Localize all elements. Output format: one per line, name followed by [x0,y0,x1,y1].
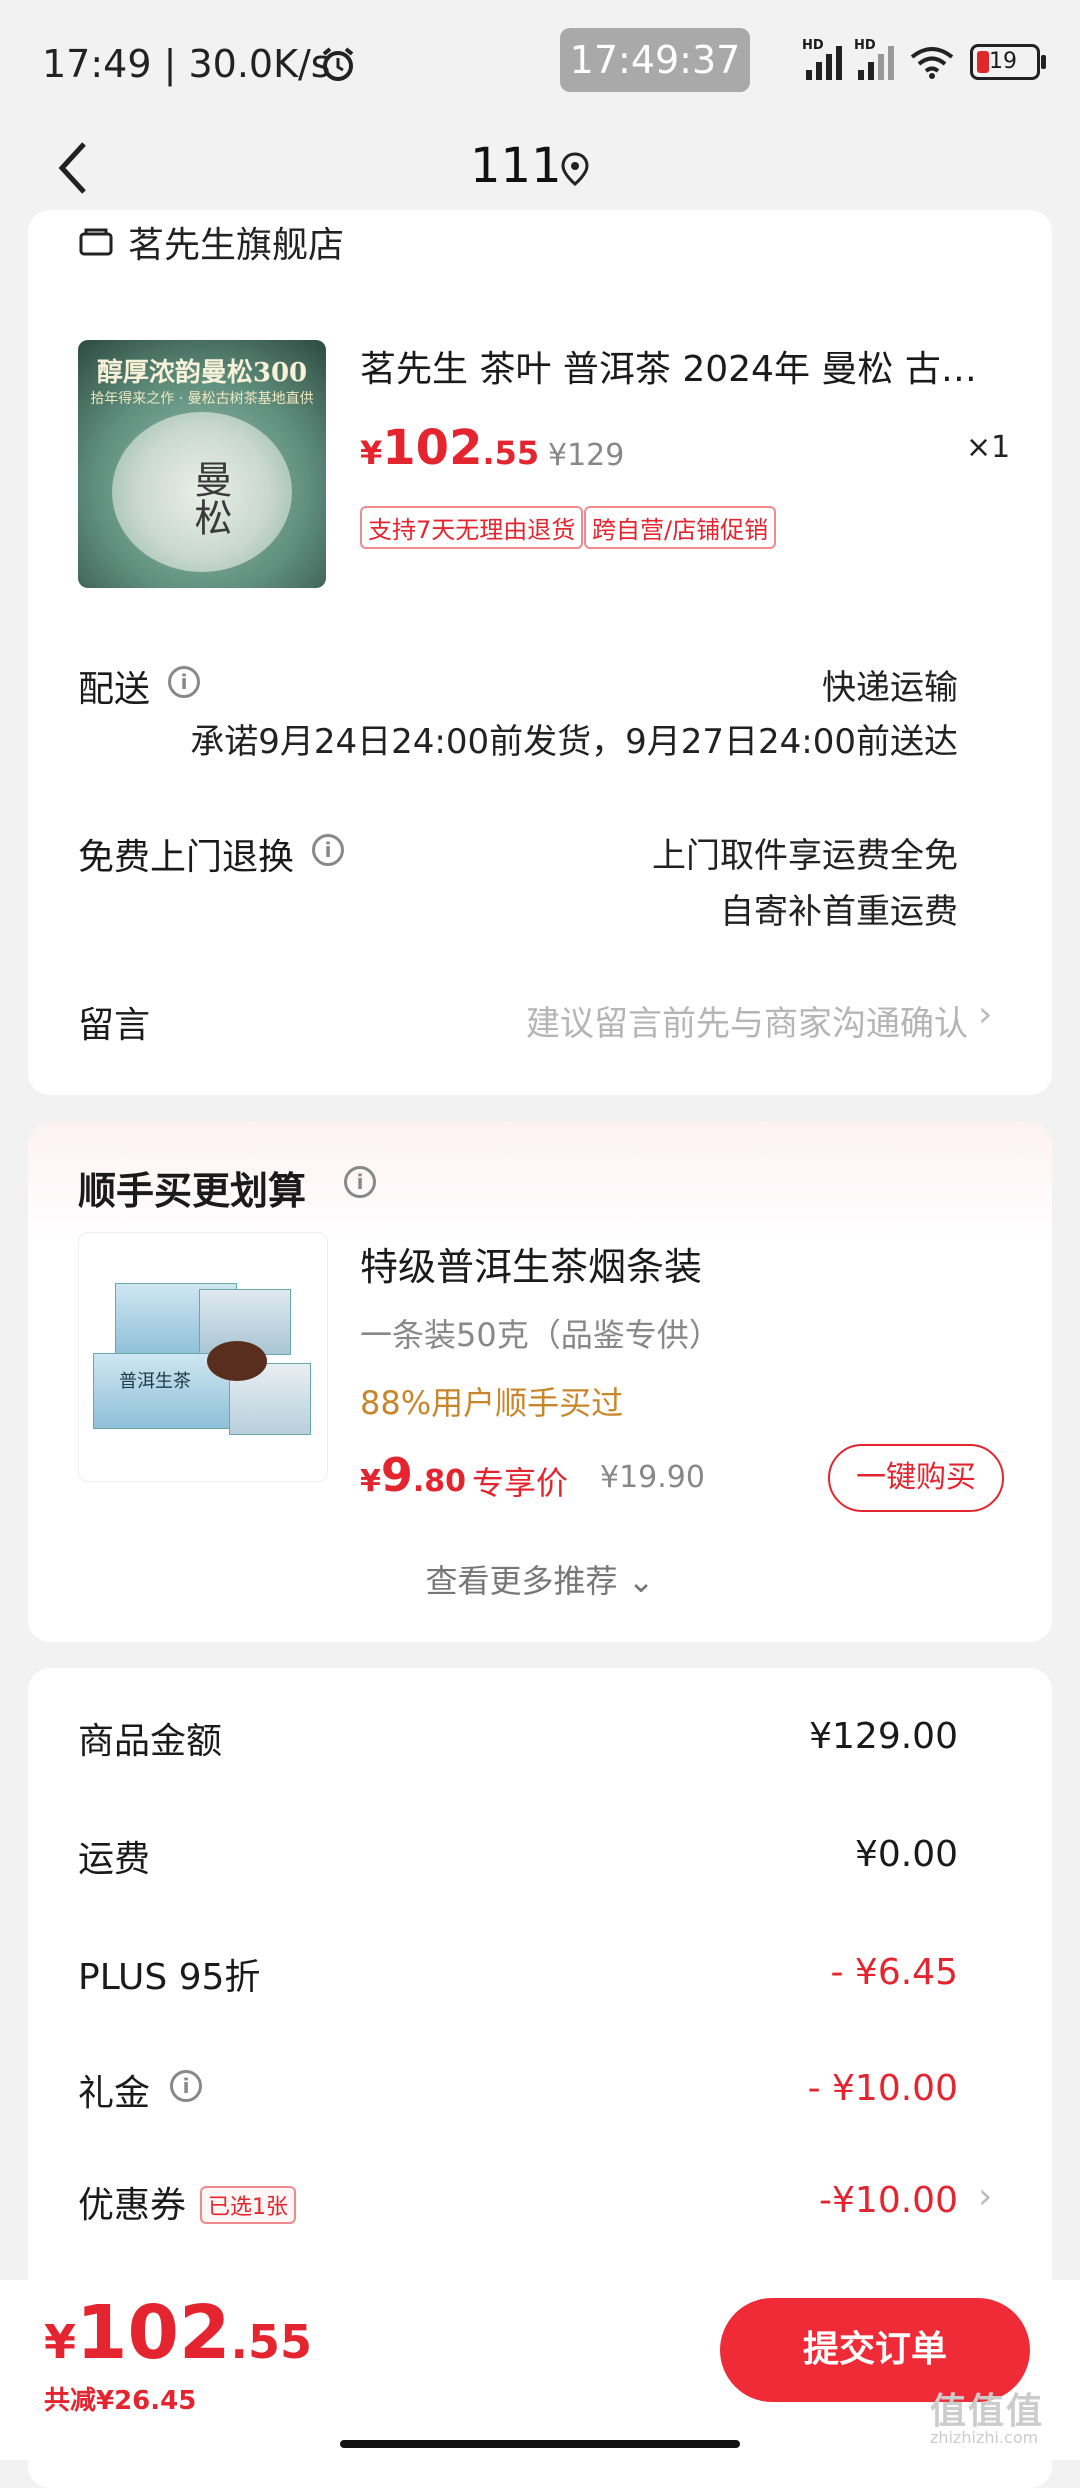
product-original-price: ¥129 [548,438,625,473]
signal-icon: HD [802,38,842,80]
product-title[interactable]: 茗先生 茶叶 普洱茶 2024年 曼松 古树… [360,340,1010,392]
plus-discount-label: PLUS 95折 [78,1957,261,1998]
alarm-icon [318,44,358,88]
delivery-promise: 承诺9月24日24:00前发货，9月27日24:00前送达 [190,722,958,762]
coupon-selected-badge: 已选1张 [200,2186,296,2224]
chevron-right-icon[interactable]: › [978,2176,992,2217]
recommend-item-price: ¥9.80 [360,1448,467,1502]
coupon-label: 优惠券 [78,2185,187,2226]
delivery-label: 配送 [78,669,151,710]
product-image[interactable]: 醇厚浓韵曼松300 拾年得来之作 · 曼松古树茶基地直供 曼松 [78,340,326,588]
home-indicator[interactable] [340,2440,740,2448]
return-line2: 自寄补首重运费 [720,892,958,932]
wifi-icon [910,47,954,79]
one-click-buy-button[interactable]: 一键购买 [828,1444,1004,1512]
chevron-right-icon[interactable]: › [978,994,992,1035]
page-title: 111 [470,138,562,194]
image-caption: 醇厚浓韵曼松300 [96,358,308,388]
more-recommendations-link[interactable]: 查看更多推荐 ⌄ [0,1556,1080,1602]
location-icon[interactable] [560,152,596,188]
back-icon[interactable] [52,138,102,198]
goods-amount-label: 商品金额 [78,1721,223,1762]
shop-icon [78,226,114,260]
recommend-item-name[interactable]: 特级普洱生茶烟条装 [360,1236,702,1291]
exclusive-price-label: 专享价 [472,1464,569,1502]
return-line1: 上门取件享运费全免 [652,836,958,876]
gift-cash-value: - ¥10.00 [807,2068,958,2109]
plus-discount-value: - ¥6.45 [830,1952,959,1993]
status-icons: HD HD 19 [802,38,1046,80]
total-price: ¥102.55 [44,2290,312,2376]
watermark-url: zhizhizhi.com [930,2428,1039,2447]
recommend-product-image[interactable]: 普洱生茶 [78,1232,328,1482]
message-label: 留言 [78,1005,151,1046]
recommend-original-price: ¥19.90 [600,1460,705,1495]
signal-icon: HD [854,38,894,80]
product-quantity: ×1 [966,430,1011,465]
clock-overlay: 17:49:37 [560,28,750,92]
info-icon[interactable]: i [344,1166,376,1198]
image-mark: 曼松 [188,460,232,536]
message-input[interactable]: 建议留言前先与商家沟通确认 [526,996,968,1045]
free-return-label: 免费上门退换 [78,837,295,878]
info-icon[interactable]: i [168,666,200,698]
status-time-speed: 17:49 | 30.0K/s [42,42,331,86]
info-icon[interactable]: i [312,834,344,866]
goods-amount-value: ¥129.00 [809,1716,958,1757]
promotion-tag: 跨自营/店铺促销 [584,506,777,549]
return-policy-tag: 支持7天无理由退货 [360,506,584,549]
watermark: 值值值 [930,2391,1045,2432]
recommend-item-hint: 88%用户顺手买过 [360,1384,624,1422]
image-subcaption: 拾年得来之作 · 曼松古树茶基地直供 [90,391,314,407]
image-box-text: 普洱生茶 [119,1371,191,1392]
shipping-value: ¥0.00 [854,1834,958,1875]
product-price: ¥102.55 [360,420,540,476]
battery-icon: 19 [970,44,1046,80]
total-saved: 共减¥26.45 [44,2386,197,2416]
delivery-method[interactable]: 快递运输 [822,660,958,709]
recommend-item-spec: 一条装50克（品鉴专供） [360,1316,721,1354]
recommend-title: 顺手买更划算 [78,1169,307,1213]
gift-cash-label: 礼金 [78,2073,151,2114]
coupon-value[interactable]: -¥10.00 [819,2180,958,2221]
shipping-label: 运费 [78,1839,151,1880]
info-icon[interactable]: i [170,2070,202,2102]
shop-name[interactable]: 茗先生旗舰店 [128,216,344,268]
